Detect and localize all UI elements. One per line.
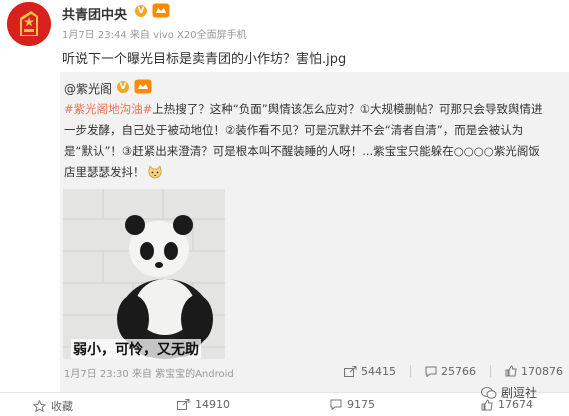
cat-emoji-icon [148,165,161,179]
repost-line-1: #紫光阁地沟油#上热搜了？这种“负面”舆情该怎么应对？①大规模删帖？可那只会导致… [64,99,564,120]
post-meta: 1月7日 23:44 来自 vivo X20全面屏手机 [62,30,247,41]
verified-icon: V [117,81,129,93]
panda-image[interactable]: 弱小，可怜，又无助 [63,189,225,359]
repost-actions: 54415 25766 170876 [330,362,569,380]
avatar[interactable] [7,2,51,46]
youth-league-emblem-icon [7,2,51,46]
repost-line-2: 一步发酵，自己处于被动地位！②装作看不见？可是沉默并不会“清者自清”，而是会被认… [64,123,524,137]
repost-share-button[interactable]: 54415 [344,365,396,378]
repost-author-name[interactable]: @紫光阁 [64,80,112,97]
post-header: 共青团中央 V 1月7日 23:44 来自 vivo X20全面屏手机 听说下一… [0,0,569,72]
verified-icon: V [135,5,147,17]
share-button[interactable]: 14910 [177,398,230,411]
share-icon [177,399,190,410]
post-author-name[interactable]: 共青团中央 [62,4,127,23]
like-count: 170876 [521,364,563,378]
member-badge-icon[interactable] [152,3,170,18]
comment-icon [330,399,342,410]
share-count: 14910 [195,398,230,411]
comment-button[interactable]: 9175 [330,398,375,411]
divider [410,365,411,377]
comment-icon [425,366,437,377]
wechat-logo-icon [481,386,497,399]
panda-photo [63,189,225,359]
image-caption: 弱小，可怜，又无助 [71,339,201,359]
reposted-weibo: @紫光阁 V #紫光阁地沟油#上热搜了？这种“负面”舆情该怎么应对？①大规模删帖… [60,72,569,392]
member-badge-icon[interactable] [134,79,152,94]
wechat-watermark: 剧逗社 [481,384,537,401]
comment-count: 9175 [347,398,375,411]
comment-count: 25766 [441,364,476,378]
repost-like-button[interactable]: 170876 [505,365,563,378]
repost-line-3: 是“默认”！③赶紧出来澄清？可是根本叫不醒装睡的人呀！...紫宝宝只能躲在○○○… [64,144,540,158]
repost-meta: 1月7日 23:30 来自 紫宝宝的Android [64,369,234,380]
repost-text: 店里瑟瑟发抖！ [64,165,145,179]
star-icon [33,400,46,412]
post-text: 听说下一个曝光目标是卖青团的小作坊？害怕.jpg [62,52,347,67]
repost-line-4: 店里瑟瑟发抖！ [64,162,564,183]
repost-comment-button[interactable]: 25766 [425,365,476,378]
repost-body: #紫光阁地沟油#上热搜了？这种“负面”舆情该怎么应对？①大规模删帖？可那只会导致… [64,99,564,183]
watermark-text: 剧逗社 [501,386,538,400]
share-icon [344,365,357,377]
share-count: 54415 [361,364,396,378]
divider [490,365,491,377]
repost-text: 上热搜了？这种“负面”舆情该怎么应对？①大规模删帖？可那只会导致舆情进 [152,102,543,116]
hashtag-link[interactable]: #紫光阁地沟油# [64,102,152,116]
thumbs-up-icon [505,365,517,377]
favorite-button[interactable]: 收藏 [33,398,73,414]
favorite-label: 收藏 [51,400,73,413]
